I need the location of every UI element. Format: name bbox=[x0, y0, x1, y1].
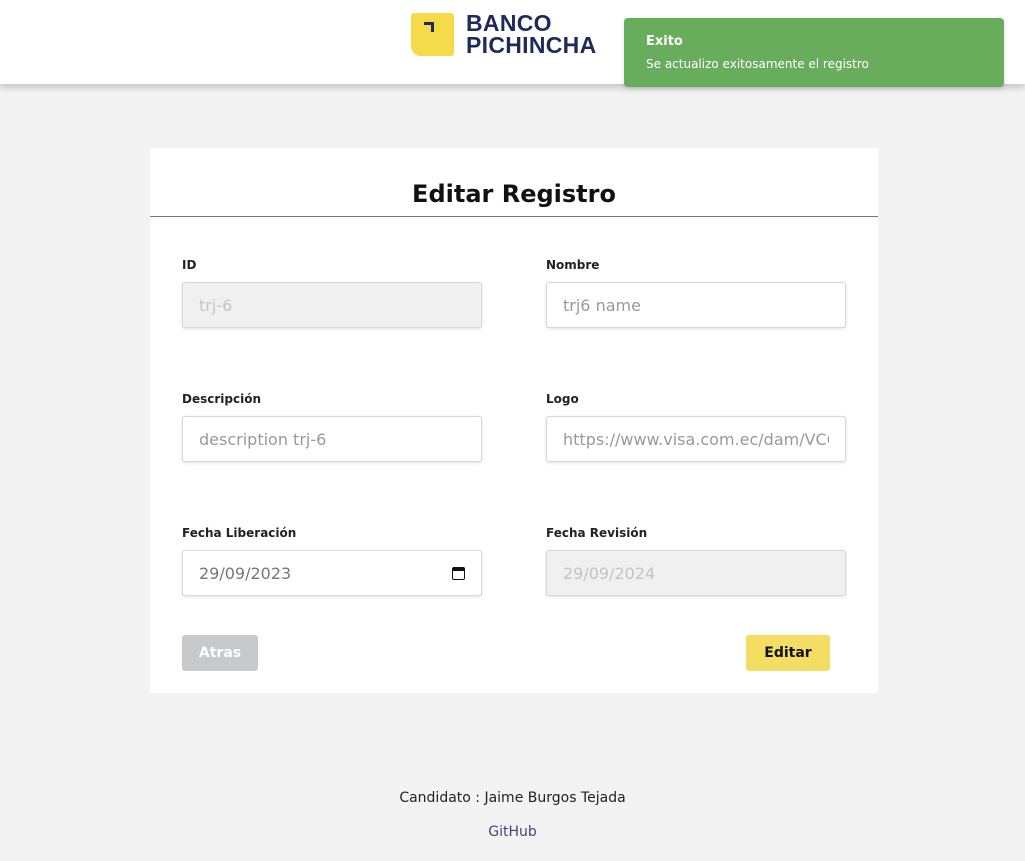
field-fecha-revision: Fecha Revisión 29/09/2024 bbox=[546, 526, 846, 596]
toast-title: Exito bbox=[646, 34, 683, 49]
logo-text: BANCO PICHINCHA bbox=[466, 10, 597, 58]
field-descripcion: Descripción description trj-6 bbox=[182, 392, 482, 462]
fecha-revision-label: Fecha Revisión bbox=[546, 526, 648, 540]
edit-button[interactable]: Editar bbox=[746, 635, 830, 671]
field-id: ID trj-6 bbox=[182, 258, 482, 328]
logo-input[interactable]: https://www.visa.com.ec/dam/VCOI bbox=[546, 416, 846, 462]
descripcion-label: Descripción bbox=[182, 392, 261, 406]
descripcion-input-value: description trj-6 bbox=[199, 429, 327, 449]
brand-line-2: PICHINCHA bbox=[466, 32, 597, 58]
nombre-label: Nombre bbox=[546, 258, 600, 272]
id-input[interactable]: trj-6 bbox=[182, 282, 482, 328]
fecha-liberacion-label: Fecha Liberación bbox=[182, 526, 297, 540]
toast-message: Se actualizo exitosamente el registro bbox=[646, 57, 869, 71]
logo-label: Logo bbox=[546, 392, 579, 406]
fecha-liberacion-input[interactable]: 29/09/2023 bbox=[182, 550, 482, 596]
page-title: Editar Registro bbox=[412, 180, 616, 208]
id-label: ID bbox=[182, 258, 197, 272]
success-toast[interactable]: Exito Se actualizo exitosamente el regis… bbox=[624, 18, 1004, 87]
bank-logo[interactable]: BANCO PICHINCHA bbox=[411, 11, 596, 57]
edit-form-card: Editar Registro ID trj-6 Nombre trj6 nam… bbox=[150, 148, 878, 693]
logo-mark-icon bbox=[411, 12, 454, 56]
nombre-input[interactable]: trj6 name bbox=[546, 282, 846, 328]
title-divider bbox=[150, 216, 878, 217]
github-link[interactable]: GitHub bbox=[0, 824, 1025, 840]
descripcion-input[interactable]: description trj-6 bbox=[182, 416, 482, 462]
candidate-text: Candidato : Jaime Burgos Tejada bbox=[399, 790, 626, 806]
back-button[interactable]: Atras bbox=[182, 635, 258, 671]
field-logo: Logo https://www.visa.com.ec/dam/VCOI bbox=[546, 392, 846, 462]
calendar-icon[interactable] bbox=[452, 566, 465, 580]
brand-line-1: BANCO bbox=[466, 10, 552, 36]
fecha-revision-input[interactable]: 29/09/2024 bbox=[546, 550, 846, 596]
fecha-revision-value: 29/09/2024 bbox=[563, 563, 656, 583]
field-nombre: Nombre trj6 name bbox=[546, 258, 846, 328]
fecha-liberacion-value: 29/09/2023 bbox=[199, 563, 292, 583]
logo-input-value: https://www.visa.com.ec/dam/VCOI bbox=[563, 429, 829, 449]
nombre-input-value: trj6 name bbox=[563, 295, 641, 315]
id-input-value: trj-6 bbox=[199, 295, 233, 315]
field-fecha-liberacion: Fecha Liberación 29/09/2023 bbox=[182, 526, 482, 596]
